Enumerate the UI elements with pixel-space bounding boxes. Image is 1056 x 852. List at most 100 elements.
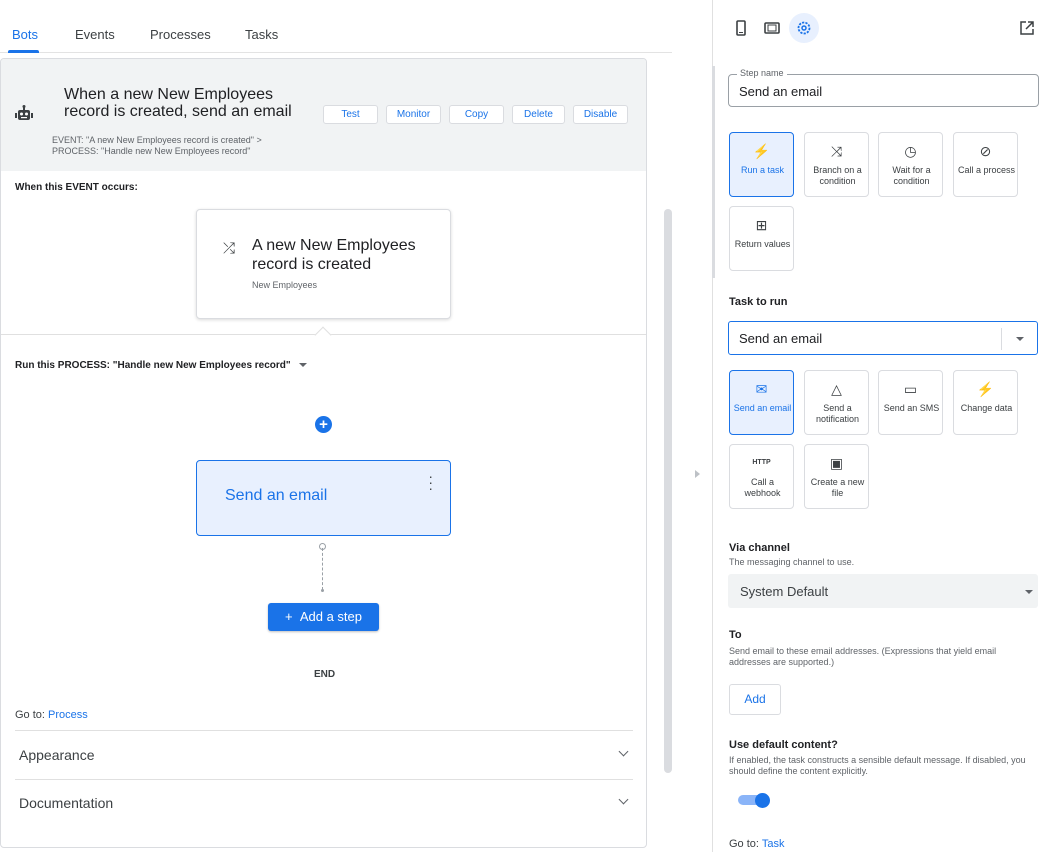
to-desc: Send email to these email addresses. (Ex… xyxy=(729,646,997,667)
bot-header[interactable]: When a new New Employees record is creat… xyxy=(1,59,646,171)
chevron-down-icon xyxy=(1025,590,1033,594)
tab-processes[interactable]: Processes xyxy=(150,27,211,42)
phone-icon[interactable] xyxy=(726,13,756,43)
bot-card: When a new New Employees record is creat… xyxy=(0,58,647,848)
tab-bots[interactable]: Bots xyxy=(12,27,38,42)
accordion-divider xyxy=(15,730,633,731)
goto-prefix: Go to: xyxy=(15,709,45,721)
chevron-down-icon[interactable] xyxy=(618,794,629,805)
option-label: Wait for a condition xyxy=(892,165,931,186)
toggle-knob xyxy=(755,793,770,808)
http-icon: HTTP xyxy=(752,459,771,466)
goto-prefix: Go to: xyxy=(729,838,759,850)
option-return-values[interactable]: ⊞ Return values xyxy=(729,206,794,271)
bell-icon: △ xyxy=(831,381,842,397)
main-scrollbar[interactable] xyxy=(664,209,672,773)
mail-icon: ✉ xyxy=(755,381,768,397)
default-content-desc: If enabled, the task constructs a sensib… xyxy=(729,755,1026,776)
call-process-icon: ⊘ xyxy=(979,143,992,159)
accordion-divider xyxy=(15,779,633,780)
new-file-icon: ▣ xyxy=(829,455,844,471)
process-step-card[interactable]: Send an email · · · xyxy=(196,460,451,536)
appearance-accordion[interactable]: Appearance xyxy=(19,747,95,763)
option-change-data[interactable]: ⚡ Change data xyxy=(953,370,1018,435)
event-card-pointer xyxy=(314,326,332,344)
bot-event-line: EVENT: "A new New Employees record is cr… xyxy=(52,135,262,145)
option-call-webhook[interactable]: HTTP Call a webhook xyxy=(729,444,794,509)
copy-button[interactable]: Copy xyxy=(449,105,504,124)
goto-process-link[interactable]: Process xyxy=(48,709,88,721)
option-send-an-email[interactable]: ✉ Send an email xyxy=(729,370,794,435)
end-label: END xyxy=(314,669,336,680)
option-label: Send an SMS xyxy=(883,403,940,413)
option-run-a-task[interactable]: ⚡ Run a task xyxy=(729,132,794,197)
bolt-icon: ⚡ xyxy=(752,143,771,159)
event-card-table: New Employees xyxy=(252,280,318,290)
bot-title: When a new New Employees record is creat… xyxy=(64,86,292,120)
delete-button[interactable]: Delete xyxy=(512,105,565,124)
branch-icon: ⤨ xyxy=(830,143,843,159)
settings-icon[interactable] xyxy=(789,13,819,43)
event-card[interactable]: ⤮ A new New Employees record is created … xyxy=(196,209,451,319)
task-select[interactable]: Send an email xyxy=(728,321,1038,355)
chevron-down-icon[interactable] xyxy=(618,746,629,757)
option-label: Run a task xyxy=(740,165,785,175)
task-select-value: Send an email xyxy=(739,331,823,346)
option-wait-for-condition[interactable]: ◷ Wait for a condition xyxy=(878,132,943,197)
open-in-new-icon[interactable] xyxy=(1012,13,1042,43)
panel-toggle-icon[interactable] xyxy=(695,470,700,478)
return-icon: ⊞ xyxy=(755,217,768,233)
disable-button[interactable]: Disable xyxy=(573,105,628,124)
channel-select[interactable]: System Default xyxy=(728,574,1038,608)
plus-icon: + xyxy=(285,609,293,624)
option-label: Send a notification xyxy=(815,403,860,424)
process-selector[interactable]: Run this PROCESS: "Handle new New Employ… xyxy=(15,360,307,371)
option-send-an-sms[interactable]: ▭ Send an SMS xyxy=(878,370,943,435)
goto-process: Go to: Process xyxy=(15,709,88,721)
default-content-toggle[interactable] xyxy=(738,793,772,808)
active-tab-indicator xyxy=(8,50,39,53)
select-separator xyxy=(1001,328,1002,350)
step-card-title: Send an email xyxy=(225,487,328,504)
option-label: Return values xyxy=(734,239,791,249)
channel-select-value: System Default xyxy=(740,584,829,599)
monitor-button[interactable]: Monitor xyxy=(386,105,441,124)
app-root: Bots Events Processes Tasks When a new N… xyxy=(0,0,1056,852)
chevron-down-icon xyxy=(298,363,307,368)
option-label: Change data xyxy=(960,403,1013,413)
panel-scrollbar[interactable] xyxy=(712,66,715,278)
robot-icon xyxy=(15,105,33,120)
connector-end-dot xyxy=(321,589,324,592)
tab-tasks[interactable]: Tasks xyxy=(245,27,278,42)
tablet-icon[interactable] xyxy=(757,13,787,43)
test-button[interactable]: Test xyxy=(323,105,378,124)
step-name-field[interactable]: Step name Send an email xyxy=(728,68,1039,107)
option-call-a-process[interactable]: ⊘ Call a process xyxy=(953,132,1018,197)
event-card-title: A new New Employees record is created xyxy=(252,237,416,273)
step-name-label: Step name xyxy=(737,68,787,78)
via-channel-heading: Via channel xyxy=(729,542,790,554)
option-send-notification[interactable]: △ Send a notification xyxy=(804,370,869,435)
bot-summary: EVENT: "A new New Employees record is cr… xyxy=(52,135,262,157)
tab-bar: Bots Events Processes Tasks xyxy=(0,0,672,53)
documentation-accordion[interactable]: Documentation xyxy=(19,795,113,811)
sms-icon: ▭ xyxy=(903,381,918,397)
add-step-button[interactable]: + Add a step xyxy=(268,603,379,631)
option-label: Create a new file xyxy=(810,477,865,498)
more-vert-icon[interactable]: · · · xyxy=(428,469,433,495)
add-step-label: Add a step xyxy=(299,609,362,624)
default-content-heading: Use default content? xyxy=(729,739,838,751)
step-connector xyxy=(322,548,323,590)
via-channel-desc: The messaging channel to use. xyxy=(729,557,855,567)
option-create-new-file[interactable]: ▣ Create a new file xyxy=(804,444,869,509)
goto-task-link[interactable]: Task xyxy=(762,838,785,850)
tab-events[interactable]: Events xyxy=(75,27,115,42)
goto-task: Go to: Task xyxy=(729,838,784,850)
shuffle-icon: ⤮ xyxy=(223,240,236,257)
option-label: Call a webhook xyxy=(744,477,781,498)
add-circle-icon[interactable]: + xyxy=(315,416,332,433)
option-branch-on-condition[interactable]: ⤨ Branch on a condition xyxy=(804,132,869,197)
add-recipient-button[interactable]: Add xyxy=(729,684,781,715)
option-label: Call a process xyxy=(957,165,1016,175)
bot-process-line: PROCESS: "Handle new New Employees recor… xyxy=(52,146,251,156)
